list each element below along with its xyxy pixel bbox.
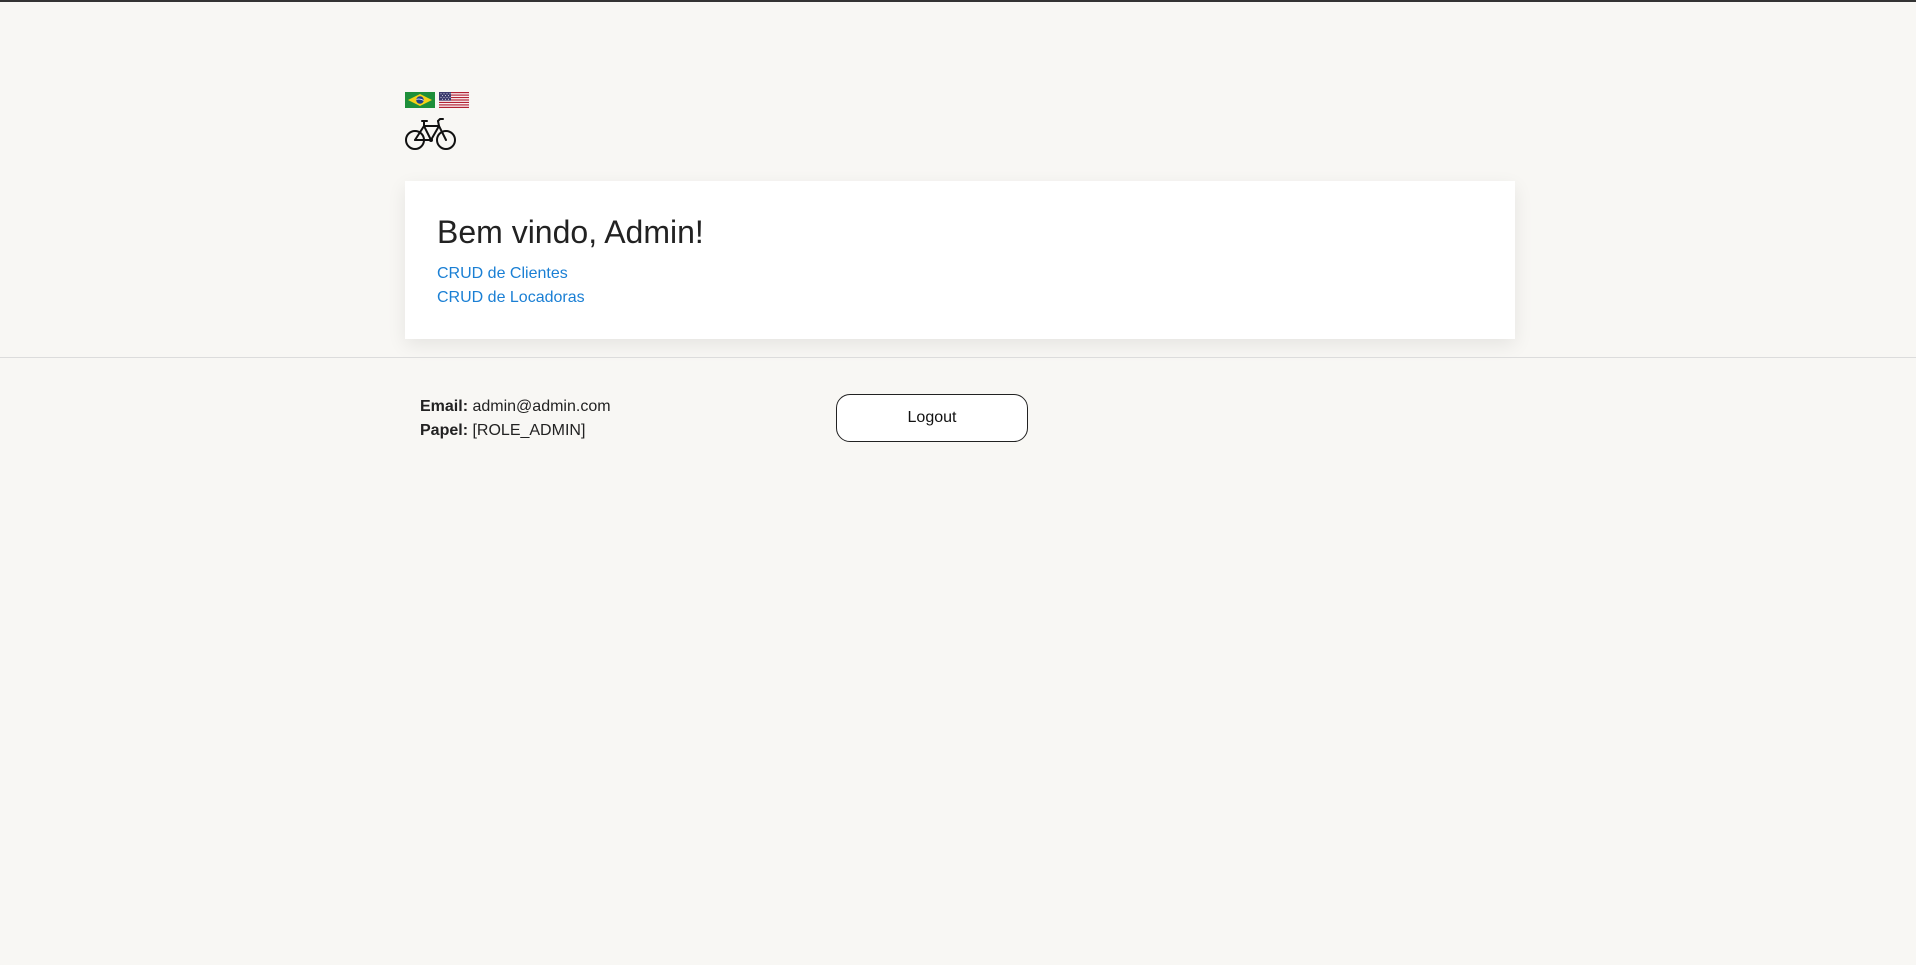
usa-flag-icon[interactable] <box>439 92 469 108</box>
crud-locadoras-link[interactable]: CRUD de Locadoras <box>437 286 1483 310</box>
role-row: Papel: [ROLE_ADMIN] <box>420 419 611 443</box>
email-value: admin@admin.com <box>472 398 611 415</box>
footer-divider <box>0 357 1916 358</box>
brazil-flag-icon[interactable] <box>405 92 435 108</box>
language-switcher <box>405 92 469 108</box>
email-row: Email: admin@admin.com <box>420 395 611 419</box>
crud-links: CRUD de Clientes CRUD de Locadoras <box>437 262 1483 310</box>
role-value: [ROLE_ADMIN] <box>472 422 586 439</box>
crud-clientes-link[interactable]: CRUD de Clientes <box>437 262 1483 286</box>
welcome-card: Bem vindo, Admin! CRUD de Clientes CRUD … <box>405 181 1515 339</box>
user-info: Email: admin@admin.com Papel: [ROLE_ADMI… <box>420 395 611 443</box>
welcome-title: Bem vindo, Admin! <box>437 214 704 250</box>
logout-button[interactable]: Logout <box>836 394 1028 442</box>
email-label: Email: <box>420 398 469 415</box>
role-label: Papel: <box>420 422 469 439</box>
bicycle-icon[interactable] <box>405 116 457 152</box>
